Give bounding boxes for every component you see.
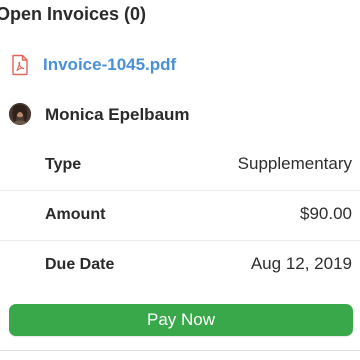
detail-label: Type bbox=[45, 156, 82, 173]
detail-row-due-date: Due Date Aug 12, 2019 bbox=[0, 240, 360, 290]
pdf-file-icon bbox=[12, 54, 28, 76]
detail-row-amount: Amount $90.00 bbox=[0, 190, 360, 241]
contact-row: Monica Epelbaum bbox=[0, 92, 360, 138]
contact-name: Monica Epelbaum bbox=[45, 105, 190, 124]
detail-label: Due Date bbox=[45, 256, 115, 273]
page-title-text: Open Invoices (0) bbox=[0, 3, 147, 24]
pay-now-button[interactable]: Pay Now bbox=[9, 304, 353, 336]
detail-row-type: Type Supplementary bbox=[0, 140, 360, 191]
detail-value: Supplementary bbox=[237, 154, 352, 173]
invoice-page: Open Invoices (0) Invoice-1045.pdf Monic… bbox=[0, 0, 360, 360]
divider bbox=[0, 350, 360, 351]
detail-value: Aug 12, 2019 bbox=[250, 254, 352, 273]
avatar bbox=[9, 103, 31, 125]
invoice-file-link[interactable]: Invoice-1045.pdf bbox=[43, 55, 176, 75]
avatar-photo-icon bbox=[9, 103, 31, 125]
detail-label: Amount bbox=[45, 206, 106, 223]
page-title: Open Invoices (0) bbox=[0, 0, 146, 28]
attachment-row[interactable]: Invoice-1045.pdf bbox=[0, 42, 360, 88]
detail-value: $90.00 bbox=[300, 204, 352, 223]
